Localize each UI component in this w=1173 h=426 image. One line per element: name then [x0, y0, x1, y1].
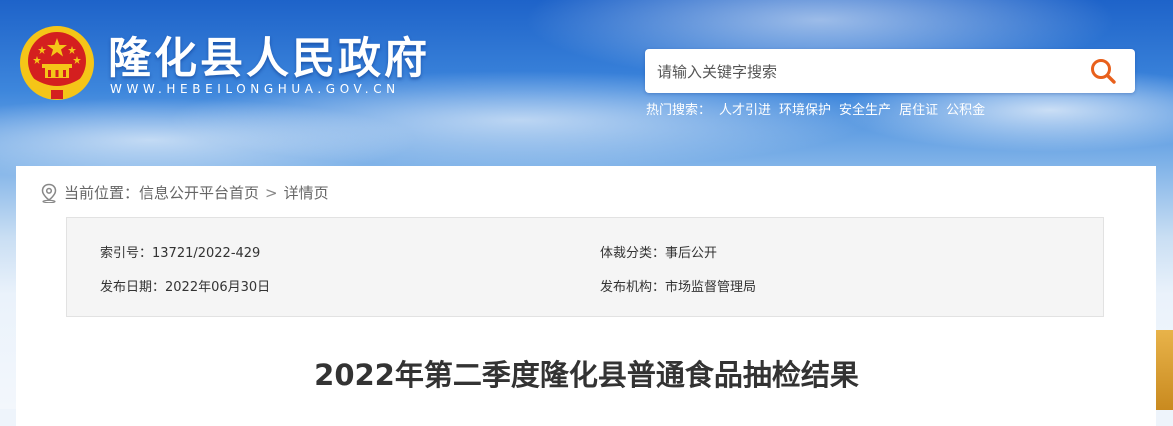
- breadcrumb-separator: >: [265, 183, 278, 202]
- hot-search-item[interactable]: 居住证: [899, 103, 938, 118]
- article-title: 2022年第二季度隆化县普通食品抽检结果: [314, 358, 859, 392]
- location-pin-icon: [41, 183, 57, 203]
- search-icon[interactable]: [1089, 57, 1117, 85]
- breadcrumb-current: 详情页: [283, 184, 329, 202]
- meta-publish-date: 发布日期：2022年06月30日: [100, 280, 271, 295]
- meta-agency: 发布机构：市场监督管理局: [600, 280, 757, 295]
- hot-search-label: 热门搜索：: [646, 103, 712, 118]
- hot-search-item[interactable]: 人才引进: [719, 103, 771, 118]
- site-url: WWW.HEBEILONGHUA.GOV.CN: [110, 82, 400, 96]
- breadcrumb-label: 当前位置：: [64, 184, 140, 202]
- hot-search-item[interactable]: 安全生产: [839, 103, 891, 118]
- document-meta-box: [66, 217, 1104, 317]
- search-input[interactable]: [655, 49, 1079, 95]
- hot-search-item[interactable]: 环境保护: [779, 103, 831, 118]
- site-title: 隆化县人民政府: [108, 34, 430, 84]
- hot-search-bar: 热门搜索： 人才引进 环境保护 安全生产 居住证 公积金: [646, 99, 993, 118]
- search-box: [645, 49, 1135, 95]
- national-emblem-icon: [20, 26, 94, 100]
- meta-genre: 体裁分类：事后公开: [600, 246, 718, 261]
- hot-search-item[interactable]: 公积金: [946, 103, 985, 118]
- meta-index-number: 索引号：13721/2022-429: [100, 246, 261, 261]
- breadcrumb: 当前位置： 信息公开平台首页 > 详情页: [40, 182, 329, 203]
- breadcrumb-home-link[interactable]: 信息公开平台首页: [139, 182, 259, 203]
